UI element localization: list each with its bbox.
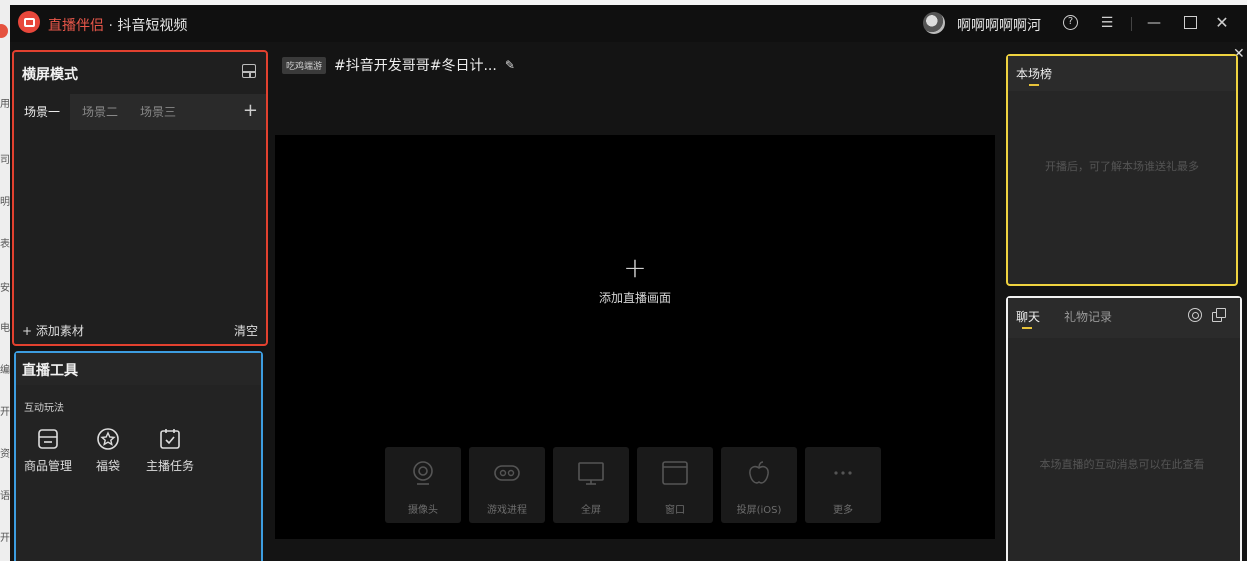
scene-panel-title: 横屏模式 xyxy=(22,67,78,83)
source-label: 更多 xyxy=(833,505,853,516)
titlebar-divider xyxy=(1131,17,1132,31)
add-live-source[interactable]: + 添加直播画面 xyxy=(275,253,995,306)
avatar[interactable] xyxy=(923,12,945,34)
source-camera[interactable]: 摄像头 xyxy=(385,447,461,523)
source-window[interactable]: 窗口 xyxy=(637,447,713,523)
source-ios-cast[interactable]: 投屏(iOS) xyxy=(721,447,797,523)
desktop-app-logo-icon xyxy=(0,24,8,38)
desktop-strip-char: 安 xyxy=(0,283,10,294)
source-label: 摄像头 xyxy=(408,505,438,516)
source-label: 窗口 xyxy=(665,505,685,516)
scene-panel-header: 横屏模式 xyxy=(14,52,266,94)
more-icon xyxy=(834,471,852,475)
help-icon[interactable]: ? xyxy=(1063,15,1078,30)
apple-icon xyxy=(749,461,769,484)
rank-panel-header: 本场榜 xyxy=(1008,56,1236,91)
tool-anchor-tasks[interactable]: 主播任务 xyxy=(140,427,200,474)
scene-tabs: 场景一 场景二 场景三 + xyxy=(14,94,266,130)
minimize-icon[interactable]: — xyxy=(1145,14,1163,32)
tab-scene-2[interactable]: 场景二 xyxy=(72,94,128,130)
live-preview: + 添加直播画面 摄像头 游戏进程 全屏 窗口 投屏(iOS) 更多 xyxy=(275,135,995,539)
scene-panel: 横屏模式 场景一 场景二 场景三 + + 添加素材 清空 xyxy=(12,50,268,346)
desktop-strip-char: 开 xyxy=(0,407,10,418)
app-name: 抖音短视频 xyxy=(117,18,188,34)
app-title: 直播伴侣 · 抖音短视频 xyxy=(48,15,187,35)
app-logo-icon xyxy=(18,11,40,33)
edit-icon[interactable]: ✎ xyxy=(505,58,515,72)
tool-lucky-bag[interactable]: 福袋 xyxy=(78,427,138,474)
desktop-background-strip: 用 司 明 表 安 电 编 开 资 语 开 xyxy=(0,0,10,561)
window-icon xyxy=(662,461,688,485)
desktop-strip-char: 资 xyxy=(0,449,10,460)
desktop-strip-char: 语 xyxy=(0,491,10,502)
desktop-strip-char: 司 xyxy=(0,155,10,166)
plus-icon[interactable]: + xyxy=(275,253,995,283)
source-label: 投屏(iOS) xyxy=(736,505,782,516)
tab-scene-1[interactable]: 场景一 xyxy=(14,94,71,130)
desktop-strip-char: 编 xyxy=(0,365,10,376)
clear-button[interactable]: 清空 xyxy=(234,322,258,339)
source-fullscreen[interactable]: 全屏 xyxy=(553,447,629,523)
tab-active-indicator xyxy=(1029,84,1039,86)
chat-empty-hint: 本场直播的互动消息可以在此查看 xyxy=(1039,458,1205,471)
desktop-strip-char: 用 xyxy=(0,99,10,110)
desktop-strip-char: 明 xyxy=(0,197,10,208)
tool-product-management[interactable]: 商品管理 xyxy=(18,427,78,474)
tab-scene-3[interactable]: 场景三 xyxy=(130,94,186,130)
tool-label: 福袋 xyxy=(95,459,120,473)
tool-label: 主播任务 xyxy=(145,459,194,473)
chat-panel-header: 聊天 礼物记录 xyxy=(1008,298,1240,338)
tools-panel-header: 直播工具 xyxy=(16,353,261,385)
brand-name: 直播伴侣 xyxy=(48,18,104,34)
desktop-strip-char: 电 xyxy=(0,323,10,334)
section-label: 互动玩法 xyxy=(24,403,64,414)
rank-panel: 本场榜 开播后，可了解本场谁送礼最多 xyxy=(1006,54,1238,286)
stream-title[interactable]: #抖音开发哥哥#冬日计... xyxy=(334,55,497,75)
add-live-label: 添加直播画面 xyxy=(598,291,671,305)
source-more[interactable]: 更多 xyxy=(805,447,881,523)
calendar-check-icon xyxy=(160,429,180,449)
rank-empty-hint: 开播后，可了解本场谁送礼最多 xyxy=(1045,160,1199,173)
stream-title-row: 吃鸡端游 #抖音开发哥哥#冬日计... ✎ xyxy=(282,56,515,74)
game-category-tag[interactable]: 吃鸡端游 xyxy=(282,56,327,74)
desktop-strip-char: 表 xyxy=(0,239,10,250)
username[interactable]: 啊啊啊啊啊河 xyxy=(957,15,1041,35)
tab-rank[interactable]: 本场榜 xyxy=(1016,65,1052,82)
tab-chat[interactable]: 聊天 xyxy=(1016,308,1040,325)
title-separator: · xyxy=(104,18,118,34)
source-label: 游戏进程 xyxy=(487,505,527,516)
source-label: 全屏 xyxy=(581,505,601,516)
tab-gift-records[interactable]: 礼物记录 xyxy=(1064,308,1112,325)
menu-icon[interactable]: ☰ xyxy=(1098,14,1116,32)
store-icon xyxy=(38,429,58,449)
monitor-icon xyxy=(578,462,604,485)
add-scene-icon[interactable]: + xyxy=(243,102,258,120)
settings-icon[interactable] xyxy=(1188,308,1202,322)
maximize-icon[interactable] xyxy=(1181,14,1199,32)
tool-label: 商品管理 xyxy=(23,459,72,473)
star-badge-icon xyxy=(97,428,119,450)
popout-icon[interactable] xyxy=(1212,308,1226,322)
close-icon[interactable]: ✕ xyxy=(1213,14,1231,32)
chat-panel: 聊天 礼物记录 本场直播的互动消息可以在此查看 xyxy=(1006,296,1242,561)
title-bar: 直播伴侣 · 抖音短视频 啊啊啊啊啊河 ? ☰ — ✕ xyxy=(10,5,1247,42)
add-material-button[interactable]: + 添加素材 xyxy=(22,322,84,339)
tab-active-indicator xyxy=(1022,327,1032,329)
tools-panel-title: 直播工具 xyxy=(22,363,78,379)
webcam-icon xyxy=(413,461,433,485)
scene-footer: + 添加素材 清空 xyxy=(14,314,266,344)
gamepad-icon xyxy=(494,465,520,481)
layout-icon[interactable] xyxy=(242,64,256,78)
tools-panel: 直播工具 互动玩法 商品管理 福袋 主播任务 xyxy=(14,351,263,561)
source-game-process[interactable]: 游戏进程 xyxy=(469,447,545,523)
desktop-strip-char: 开 xyxy=(0,533,10,544)
